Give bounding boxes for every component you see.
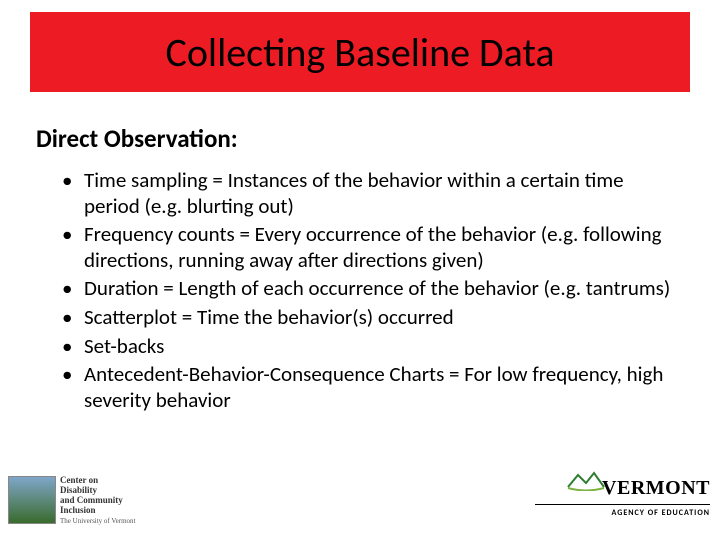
logo-right-tag-text: AGENCY OF EDUCATION [611,508,710,518]
logo-left: Center on Disability and Community Inclu… [8,476,178,536]
list-item: Time sampling = Instances of the behavio… [60,168,680,219]
title-bar: Collecting Baseline Data [30,12,690,92]
slide: Collecting Baseline Data Direct Observat… [0,0,720,540]
logo-left-image [8,476,56,524]
logo-right-tag: AGENCY OF EDUCATION [535,498,710,518]
mountain-icon [566,471,606,491]
logo-left-text: Center on Disability and Community Inclu… [60,476,170,525]
logo-left-sub: The University of Vermont [60,517,136,525]
list-item: Frequency counts = Every occurrence of t… [60,222,680,273]
list-item: Scatterplot = Time the behavior(s) occur… [60,305,680,331]
logo-left-line: Disability [60,485,97,495]
list-item: Set-backs [60,334,680,360]
bullet-list: Time sampling = Instances of the behavio… [60,168,680,416]
slide-title: Collecting Baseline Data [165,28,554,77]
logo-right-brand: VERMONT [602,477,710,500]
list-item: Duration = Length of each occurrence of … [60,276,680,302]
logo-right-brand-text: VERMONT [602,477,710,499]
logo-left-line: Center on [60,475,98,485]
logo-right: VERMONT AGENCY OF EDUCATION [535,477,710,532]
logo-left-line: Inclusion [60,505,96,515]
subheading: Direct Observation: [36,123,238,154]
list-item: Antecedent-Behavior-Consequence Charts =… [60,362,680,413]
logo-left-line: and Community [60,495,123,505]
